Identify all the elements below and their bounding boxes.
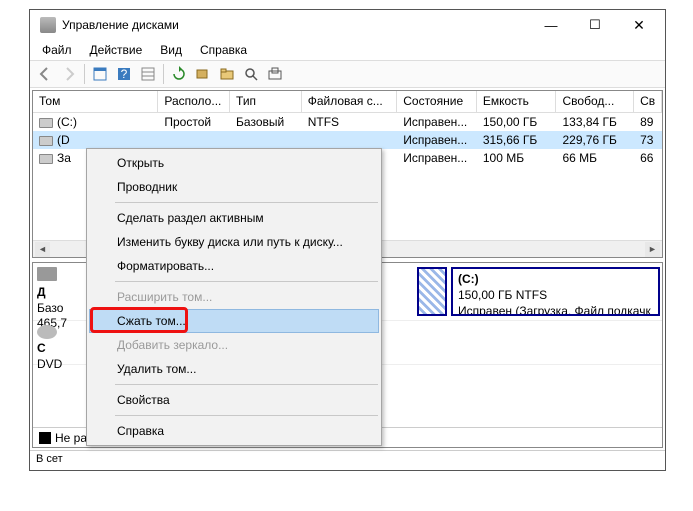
- statusbar: В сет: [30, 450, 665, 470]
- ctx-change-letter[interactable]: Изменить букву диска или путь к диску...: [89, 230, 379, 254]
- menubar: Файл Действие Вид Справка: [30, 40, 665, 60]
- close-button[interactable]: ✕: [617, 11, 661, 39]
- column-headers: Том Располо... Тип Файловая с... Состоян…: [33, 91, 662, 113]
- ctx-separator: [115, 384, 378, 385]
- forward-button[interactable]: [58, 63, 80, 85]
- legend-swatch-unallocated: [39, 432, 51, 444]
- col-volume[interactable]: Том: [33, 91, 158, 112]
- ctx-open[interactable]: Открыть: [89, 151, 379, 175]
- help-icon[interactable]: ?: [113, 63, 135, 85]
- ctx-explorer[interactable]: Проводник: [89, 175, 379, 199]
- back-button[interactable]: [34, 63, 56, 85]
- ctx-add-mirror: Добавить зеркало...: [89, 333, 379, 357]
- toolbar-list-icon[interactable]: [137, 63, 159, 85]
- toolbar-icon-7[interactable]: [240, 63, 262, 85]
- volume-icon: [39, 154, 53, 164]
- toolbar-view-icon[interactable]: [89, 63, 111, 85]
- context-menu[interactable]: Открыть Проводник Сделать раздел активны…: [86, 148, 382, 446]
- refresh-icon[interactable]: [168, 63, 190, 85]
- col-capacity[interactable]: Емкость: [477, 91, 557, 112]
- ctx-extend-volume: Расширить том...: [89, 285, 379, 309]
- volume-row[interactable]: (C:) Простой Базовый NTFS Исправен... 15…: [33, 113, 662, 131]
- volume-icon: [39, 136, 53, 146]
- ctx-separator: [115, 202, 378, 203]
- ctx-help[interactable]: Справка: [89, 419, 379, 443]
- col-fs[interactable]: Файловая с...: [302, 91, 398, 112]
- svg-text:?: ?: [121, 67, 128, 81]
- ctx-delete-volume[interactable]: Удалить том...: [89, 357, 379, 381]
- col-type[interactable]: Тип: [230, 91, 302, 112]
- toolbar: ?: [30, 60, 665, 88]
- scroll-left-icon[interactable]: ◄: [35, 242, 50, 257]
- ctx-separator: [115, 281, 378, 282]
- toolbar-icon-5[interactable]: [192, 63, 214, 85]
- app-icon: [40, 17, 56, 33]
- window-title: Управление дисками: [62, 18, 529, 32]
- maximize-button[interactable]: ☐: [573, 11, 617, 39]
- toolbar-icon-8[interactable]: [264, 63, 286, 85]
- menu-file[interactable]: Файл: [34, 41, 80, 59]
- toolbar-icon-6[interactable]: [216, 63, 238, 85]
- col-status[interactable]: Состояние: [397, 91, 477, 112]
- ctx-make-active[interactable]: Сделать раздел активным: [89, 206, 379, 230]
- cdrom-icon: [37, 325, 57, 339]
- menu-help[interactable]: Справка: [192, 41, 255, 59]
- ctx-format[interactable]: Форматировать...: [89, 254, 379, 278]
- ctx-properties[interactable]: Свойства: [89, 388, 379, 412]
- volume-row-selected[interactable]: (D Исправен... 315,66 ГБ 229,76 ГБ 73: [33, 131, 662, 149]
- menu-view[interactable]: Вид: [152, 41, 190, 59]
- volume-icon: [39, 118, 53, 128]
- col-free[interactable]: Свобод...: [556, 91, 634, 112]
- scroll-right-icon[interactable]: ►: [645, 242, 660, 257]
- menu-action[interactable]: Действие: [82, 41, 151, 59]
- ctx-shrink-volume[interactable]: Сжать том...: [89, 309, 379, 333]
- partition-c[interactable]: (C:) 150,00 ГБ NTFS Исправен (Загрузка, …: [451, 267, 660, 316]
- col-pct[interactable]: Св: [634, 91, 662, 112]
- disk-icon: [37, 267, 57, 281]
- partition-reserved[interactable]: [417, 267, 447, 316]
- minimize-button[interactable]: —: [529, 11, 573, 39]
- titlebar[interactable]: Управление дисками — ☐ ✕: [30, 10, 665, 40]
- ctx-separator: [115, 415, 378, 416]
- col-layout[interactable]: Располо...: [158, 91, 230, 112]
